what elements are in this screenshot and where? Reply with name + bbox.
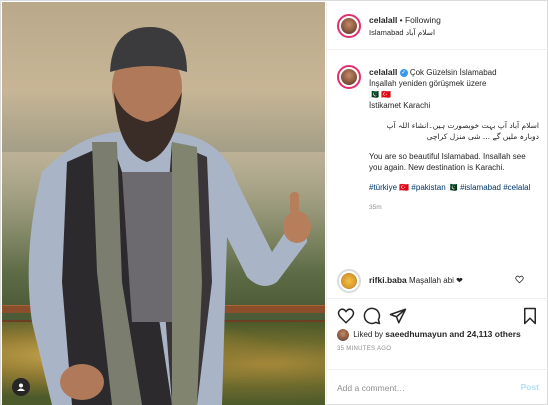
add-comment-bar: Post	[327, 369, 548, 405]
author-username[interactable]: celalall	[369, 15, 397, 25]
caption-line2: İnşallah yeniden görüşmek üzere	[369, 79, 487, 88]
post-header: celalall • Following Islamabad اسلام آبا…	[327, 2, 548, 50]
caption: celalall ✓ Çok Güzelsin İslamabad İnşall…	[369, 67, 539, 222]
bookmark-icon[interactable]	[521, 307, 539, 325]
caption-line3: 🇵🇰 🇹🇷	[369, 90, 392, 99]
liker-avatar[interactable]	[337, 329, 349, 341]
comments-scroll[interactable]: celalall ✓ Çok Güzelsin İslamabad İnşall…	[327, 51, 548, 297]
verified-badge-icon: ✓	[399, 68, 408, 77]
heart-icon[interactable]	[337, 307, 355, 325]
post-timestamp: 35 MINUTES AGO	[337, 346, 392, 352]
caption-line1: Çok Güzelsin İslamabad	[409, 68, 497, 77]
likes-prefix: Liked by	[353, 330, 384, 340]
caption-english: You are so beautiful Islamabad. Insallah…	[369, 152, 526, 172]
man-figure	[28, 27, 311, 405]
post-details: celalall • Following Islamabad اسلام آبا…	[326, 2, 548, 405]
likes-count[interactable]: and 24,113 others	[449, 329, 520, 339]
user-tag-icon[interactable]	[12, 378, 30, 396]
caption-time: 35m	[369, 204, 382, 211]
location-link[interactable]: Islamabad اسلام آباد	[369, 28, 435, 37]
post-modal: celalall • Following Islamabad اسلام آبا…	[0, 0, 548, 405]
caption-avatar[interactable]	[337, 65, 361, 89]
action-bar: Liked by saeedhumayun and 24,113 others …	[327, 298, 548, 358]
paper-plane-icon[interactable]	[389, 307, 407, 325]
author-avatar[interactable]	[337, 14, 361, 38]
comment-text: Maşallah abi ❤	[409, 276, 463, 285]
post-photo[interactable]	[2, 2, 325, 405]
caption-urdu: اسلام آباد آپ بہت خوبصورت ہیں۔انشاء اللہ…	[386, 121, 539, 141]
caption-line4: İstikamet Karachi	[369, 101, 431, 110]
likes-summary: Liked by saeedhumayun and 24,113 others	[337, 329, 521, 341]
follow-status[interactable]: Following	[405, 15, 441, 25]
comment-row: rifki.baba Maşallah abi ❤	[369, 275, 463, 285]
commenter-avatar[interactable]	[337, 269, 361, 293]
caption-hashtags[interactable]: #türkiye 🇹🇷 #pakistan 🇵🇰 #islamabad #cel…	[369, 182, 539, 193]
liker-username[interactable]: saeedhumayun	[385, 329, 447, 339]
caption-username[interactable]: celalall	[369, 67, 397, 77]
add-comment-input[interactable]	[337, 380, 497, 396]
post-comment-button[interactable]: Post	[521, 382, 539, 392]
comment-like-heart-icon[interactable]	[515, 275, 524, 284]
commenter-username[interactable]: rifki.baba	[369, 275, 407, 285]
speech-bubble-icon[interactable]	[363, 307, 381, 325]
